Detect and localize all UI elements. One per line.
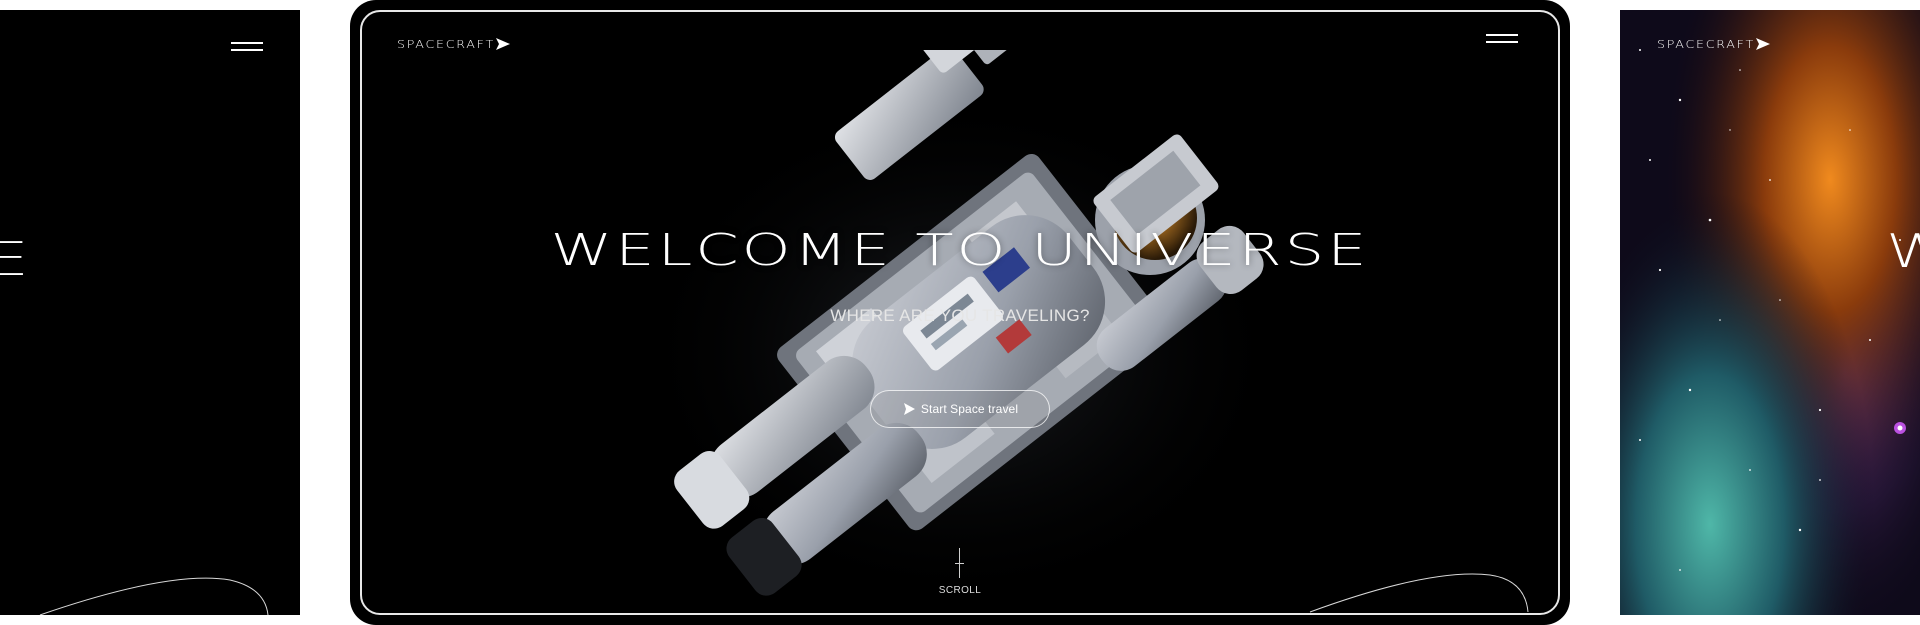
brand-logo[interactable]: SPACECRAFT (397, 35, 512, 53)
spacecraft-logo-icon (496, 38, 511, 50)
right-preview-panel: SPACECRAFT W (1620, 10, 1920, 615)
nebula-image (1620, 10, 1920, 615)
spacecraft-logo-icon (1756, 38, 1771, 50)
left-preview-panel: E (0, 10, 300, 615)
scroll-indicator-tick (955, 563, 964, 564)
hero-subtitle: WHERE ARE YOU TRAVELING? (830, 306, 1090, 325)
hero-card: SPACECRAFT WELCOME TO UNIVERSE WHERE ARE… (350, 0, 1570, 625)
scroll-label[interactable]: SCROLL (350, 585, 1570, 596)
orbit-arc (39, 577, 269, 615)
right-preview-headline: W (1886, 224, 1920, 278)
start-travel-button[interactable]: Start Space travel (870, 390, 1050, 428)
start-travel-label: Start Space travel (920, 402, 1019, 416)
hero-title: WELCOME TO UNIVERSE (550, 225, 1370, 276)
brand-name: SPACECRAFT (1657, 37, 1755, 51)
brand-name: SPACECRAFT (397, 37, 495, 51)
menu-icon[interactable] (1486, 32, 1518, 46)
brand-logo[interactable]: SPACECRAFT (1657, 35, 1772, 53)
play-icon (903, 403, 915, 415)
